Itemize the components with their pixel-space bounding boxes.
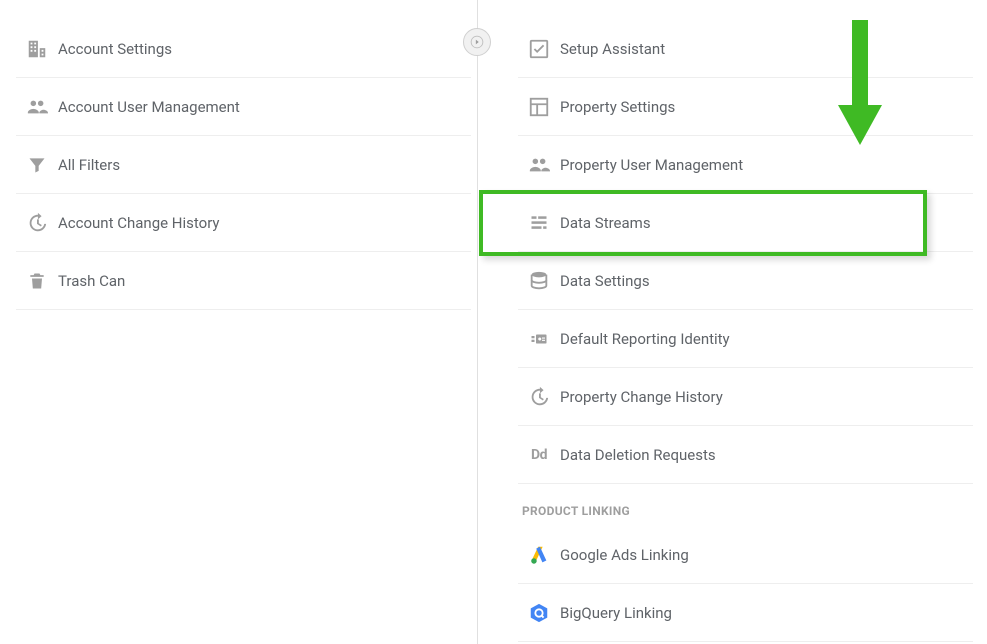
history-icon (518, 386, 560, 408)
menu-label: Trash Can (58, 272, 125, 290)
menu-label: Data Settings (560, 272, 650, 290)
menu-label: Data Streams (560, 214, 651, 232)
property-column: Setup Assistant Property Settings Proper… (478, 0, 987, 644)
identity-icon (518, 330, 560, 348)
menu-item-all-filters[interactable]: All Filters (16, 136, 471, 194)
menu-item-default-reporting-identity[interactable]: Default Reporting Identity (518, 310, 973, 368)
menu-label: Default Reporting Identity (560, 330, 730, 348)
menu-item-data-settings[interactable]: Data Settings (518, 252, 973, 310)
arrow-right-circle-icon (470, 35, 484, 49)
collapse-left-button[interactable] (463, 28, 491, 56)
filter-icon (16, 155, 58, 175)
menu-label: Account User Management (58, 98, 240, 116)
menu-label: Account Change History (58, 214, 220, 232)
menu-item-account-settings[interactable]: Account Settings (16, 20, 471, 78)
menu-label: Property User Management (560, 156, 743, 174)
menu-item-account-change-history[interactable]: Account Change History (16, 194, 471, 252)
menu-item-google-ads-linking[interactable]: Google Ads Linking (518, 526, 973, 584)
menu-item-account-user-management[interactable]: Account User Management (16, 78, 471, 136)
data-streams-icon (518, 213, 560, 233)
menu-item-data-deletion-requests[interactable]: Dd Data Deletion Requests (518, 426, 973, 484)
database-icon (518, 270, 560, 292)
account-column: Account Settings Account User Management… (0, 0, 477, 644)
google-ads-icon (518, 544, 560, 566)
menu-item-bigquery-linking[interactable]: BigQuery Linking (518, 584, 973, 642)
menu-label: Google Ads Linking (560, 546, 689, 564)
menu-label: BigQuery Linking (560, 604, 672, 622)
menu-item-property-settings[interactable]: Property Settings (518, 78, 973, 136)
building-icon (16, 38, 58, 60)
people-icon (16, 96, 58, 118)
section-header-product-linking: PRODUCT LINKING (518, 484, 973, 526)
menu-item-setup-assistant[interactable]: Setup Assistant (518, 20, 973, 78)
trash-icon (16, 270, 58, 292)
menu-label: Property Change History (560, 388, 723, 406)
people-icon (518, 154, 560, 176)
menu-label: Property Settings (560, 98, 675, 116)
menu-item-property-user-management[interactable]: Property User Management (518, 136, 973, 194)
menu-item-property-change-history[interactable]: Property Change History (518, 368, 973, 426)
menu-label: Account Settings (58, 40, 172, 58)
checkbox-icon (518, 38, 560, 60)
history-icon (16, 212, 58, 234)
menu-item-data-streams[interactable]: Data Streams (518, 194, 973, 252)
menu-label: All Filters (58, 156, 120, 174)
dd-icon: Dd (518, 447, 560, 463)
bigquery-icon (518, 602, 560, 624)
menu-label: Setup Assistant (560, 40, 665, 58)
layout-icon (518, 96, 560, 118)
menu-label: Data Deletion Requests (560, 446, 716, 464)
menu-item-trash-can[interactable]: Trash Can (16, 252, 471, 310)
